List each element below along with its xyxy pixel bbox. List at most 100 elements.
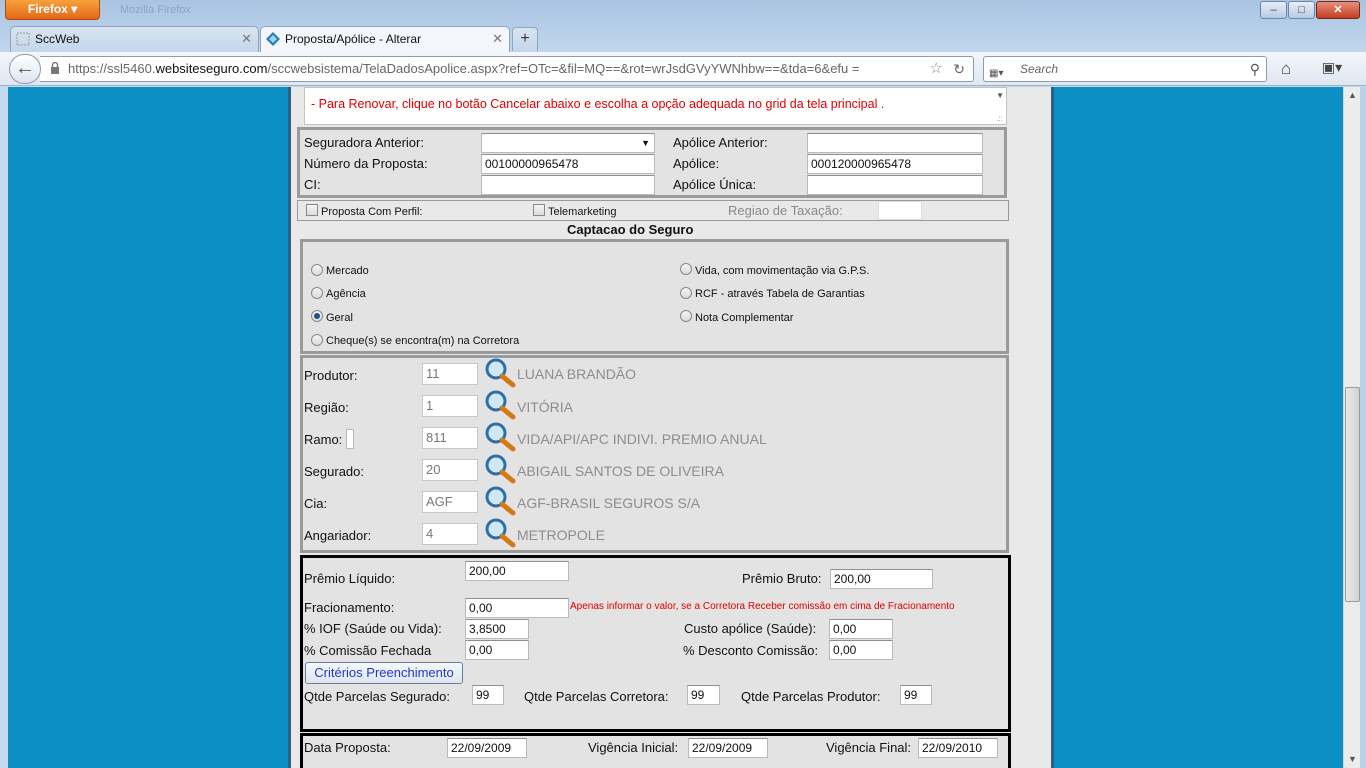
search-segurado-icon[interactable] bbox=[484, 454, 516, 484]
search-cia-icon[interactable] bbox=[484, 486, 516, 516]
custo-apolice-input[interactable]: 0,00 bbox=[829, 619, 893, 639]
telemarketing-checkbox[interactable] bbox=[533, 204, 545, 216]
scrollbar-thumb[interactable] bbox=[1345, 387, 1360, 602]
notice-text: - Para Renovar, clique no botão Cancelar… bbox=[311, 97, 885, 111]
regiao-label: Região: bbox=[304, 400, 349, 415]
search-regiao-icon[interactable] bbox=[484, 390, 516, 420]
new-tab-button[interactable]: + bbox=[512, 27, 538, 51]
radio-mercado[interactable] bbox=[311, 264, 323, 276]
radio-rcf[interactable] bbox=[680, 287, 692, 299]
search-icon[interactable]: ⚲ bbox=[1250, 57, 1260, 81]
cia-code-input[interactable]: AGF bbox=[422, 491, 478, 513]
radio-nota-complementar[interactable] bbox=[680, 310, 692, 322]
angariador-code-input[interactable]: 4 bbox=[422, 523, 478, 545]
search-angariador-icon[interactable] bbox=[484, 518, 516, 548]
search-produtor-icon[interactable] bbox=[484, 358, 516, 388]
home-icon[interactable]: ⌂ bbox=[1281, 59, 1291, 79]
segurado-code-input[interactable]: 20 bbox=[422, 459, 478, 481]
ramo-code-input[interactable]: 811 bbox=[422, 427, 478, 449]
bookmark-star-icon[interactable]: ☆ bbox=[930, 57, 943, 81]
lookups-box bbox=[300, 355, 1009, 553]
parcelas-segurado-input[interactable]: 99 bbox=[472, 685, 504, 705]
premio-bruto-input[interactable]: 200,00 bbox=[830, 569, 933, 589]
radio-cheque[interactable] bbox=[311, 334, 323, 346]
ci-label: CI: bbox=[304, 177, 321, 192]
vertical-scrollbar[interactable]: ▲ ▼ bbox=[1343, 87, 1360, 768]
proposta-perfil-label: Proposta Com Perfil: bbox=[321, 206, 423, 218]
firefox-menu-label: Firefox bbox=[27, 2, 68, 16]
telemarketing-label: Telemarketing bbox=[548, 206, 617, 218]
minimize-button[interactable]: – bbox=[1260, 1, 1287, 19]
browser-window: Firefox ▾ Mozilla Firefox – □ ✕ SccWeb ✕… bbox=[0, 0, 1366, 768]
vigencia-inicial-input[interactable]: 22/09/2009 bbox=[688, 738, 768, 758]
ramo-label: Ramo: bbox=[304, 432, 343, 447]
parcelas-corretora-input[interactable]: 99 bbox=[687, 685, 720, 705]
radio-agencia[interactable] bbox=[311, 287, 323, 299]
window-frame-right bbox=[1360, 87, 1366, 768]
produtor-name: LUANA BRANDÃO bbox=[517, 366, 637, 382]
criterios-preenchimento-button[interactable]: Critérios Preenchimento bbox=[305, 662, 463, 684]
scroll-up-arrow-icon[interactable]: ▲ bbox=[1344, 87, 1361, 104]
search-engine-icon[interactable]: ▦▾ bbox=[989, 62, 1003, 86]
radio-geral[interactable] bbox=[311, 310, 323, 322]
notice-textarea[interactable]: - Para Renovar, clique no botão Cancelar… bbox=[304, 87, 1007, 125]
url-bar[interactable]: https://ssl5460.websiteseguro.com/sccweb… bbox=[40, 56, 974, 82]
premio-liquido-input[interactable]: 200,00 bbox=[465, 561, 569, 581]
fracionamento-hint: Apenas informar o valor, se a Corretora … bbox=[570, 601, 955, 612]
resize-grip-icon[interactable]: .:: bbox=[996, 114, 1003, 123]
comissao-fechada-label: % Comissão Fechada bbox=[304, 643, 432, 658]
cia-label: Cia: bbox=[304, 496, 328, 511]
radio-agencia-label: Agência bbox=[326, 288, 366, 300]
apolice-anterior-input[interactable] bbox=[807, 133, 983, 153]
lock-icon bbox=[51, 62, 59, 74]
reload-icon[interactable]: ↻ bbox=[953, 57, 965, 81]
vigencia-final-input[interactable]: 22/09/2010 bbox=[918, 738, 998, 758]
produtor-code-input[interactable]: 11 bbox=[422, 363, 478, 385]
regiao-code-input[interactable]: 1 bbox=[422, 395, 478, 417]
page-icon bbox=[16, 32, 30, 46]
navigation-toolbar: https://ssl5460.websiteseguro.com/sccweb… bbox=[0, 52, 1366, 86]
search-ramo-icon[interactable] bbox=[484, 422, 516, 452]
radio-geral-label: Geral bbox=[326, 312, 353, 324]
ramo-extra-input[interactable] bbox=[346, 429, 354, 449]
iof-input[interactable]: 3,8500 bbox=[465, 619, 529, 639]
close-window-button[interactable]: ✕ bbox=[1316, 1, 1360, 19]
form-page: - Para Renovar, clique no botão Cancelar… bbox=[288, 87, 1054, 768]
bookmarks-menu-icon[interactable]: ▣▾ bbox=[1317, 58, 1347, 80]
parcelas-produtor-input[interactable]: 99 bbox=[900, 685, 932, 705]
vigencia-inicial-label: Vigência Inicial: bbox=[588, 740, 679, 755]
url-path: /sccwebsistema/TelaDadosApolice.aspx?ref… bbox=[267, 61, 860, 76]
seguradora-anterior-select[interactable]: ▼ bbox=[481, 133, 655, 153]
firefox-menu-button[interactable]: Firefox ▾ bbox=[5, 0, 100, 20]
tab-proposta-apolice[interactable]: Proposta/Apólice - Alterar ✕ bbox=[260, 26, 510, 52]
cia-name: AGF-BRASIL SEGUROS S/A bbox=[517, 495, 701, 511]
back-button[interactable]: ← bbox=[9, 54, 41, 84]
fracionamento-input[interactable]: 0,00 bbox=[465, 598, 569, 618]
comissao-fechada-input[interactable]: 0,00 bbox=[465, 640, 529, 660]
radio-vida-gps[interactable] bbox=[680, 263, 692, 275]
proposta-perfil-checkbox[interactable] bbox=[306, 204, 318, 216]
tab-sccweb[interactable]: SccWeb ✕ bbox=[10, 26, 259, 52]
maximize-button[interactable]: □ bbox=[1288, 1, 1315, 19]
seguradora-anterior-label: Seguradora Anterior: bbox=[304, 135, 424, 150]
apolice-unica-label: Apólice Única: bbox=[673, 177, 757, 192]
close-tab-icon[interactable]: ✕ bbox=[492, 27, 503, 51]
regiao-taxacao-input[interactable] bbox=[878, 201, 922, 220]
tab-label: SccWeb bbox=[35, 32, 80, 46]
close-tab-icon[interactable]: ✕ bbox=[241, 27, 252, 51]
ci-input[interactable] bbox=[481, 175, 655, 195]
desconto-comissao-input[interactable]: 0,00 bbox=[829, 640, 893, 660]
segurado-label: Segurado: bbox=[304, 464, 364, 479]
apolice-input[interactable]: 000120000965478 bbox=[807, 154, 983, 174]
produtor-label: Produtor: bbox=[304, 368, 358, 383]
data-proposta-input[interactable]: 22/09/2009 bbox=[447, 738, 527, 758]
regiao-taxacao-label: Regiao de Taxação: bbox=[728, 203, 843, 218]
scroll-down-icon[interactable]: ▼ bbox=[996, 91, 1004, 100]
page-viewport: - Para Renovar, clique no botão Cancelar… bbox=[8, 87, 1343, 768]
numero-proposta-input[interactable]: 00100000965478 bbox=[481, 154, 655, 174]
window-title: Mozilla Firefox bbox=[120, 4, 191, 16]
url-prefix: https://ssl5460. bbox=[68, 61, 156, 76]
scroll-down-arrow-icon[interactable]: ▼ bbox=[1344, 751, 1361, 768]
apolice-unica-input[interactable] bbox=[807, 175, 983, 195]
search-input[interactable]: ▦▾ Search ⚲ bbox=[983, 56, 1267, 82]
